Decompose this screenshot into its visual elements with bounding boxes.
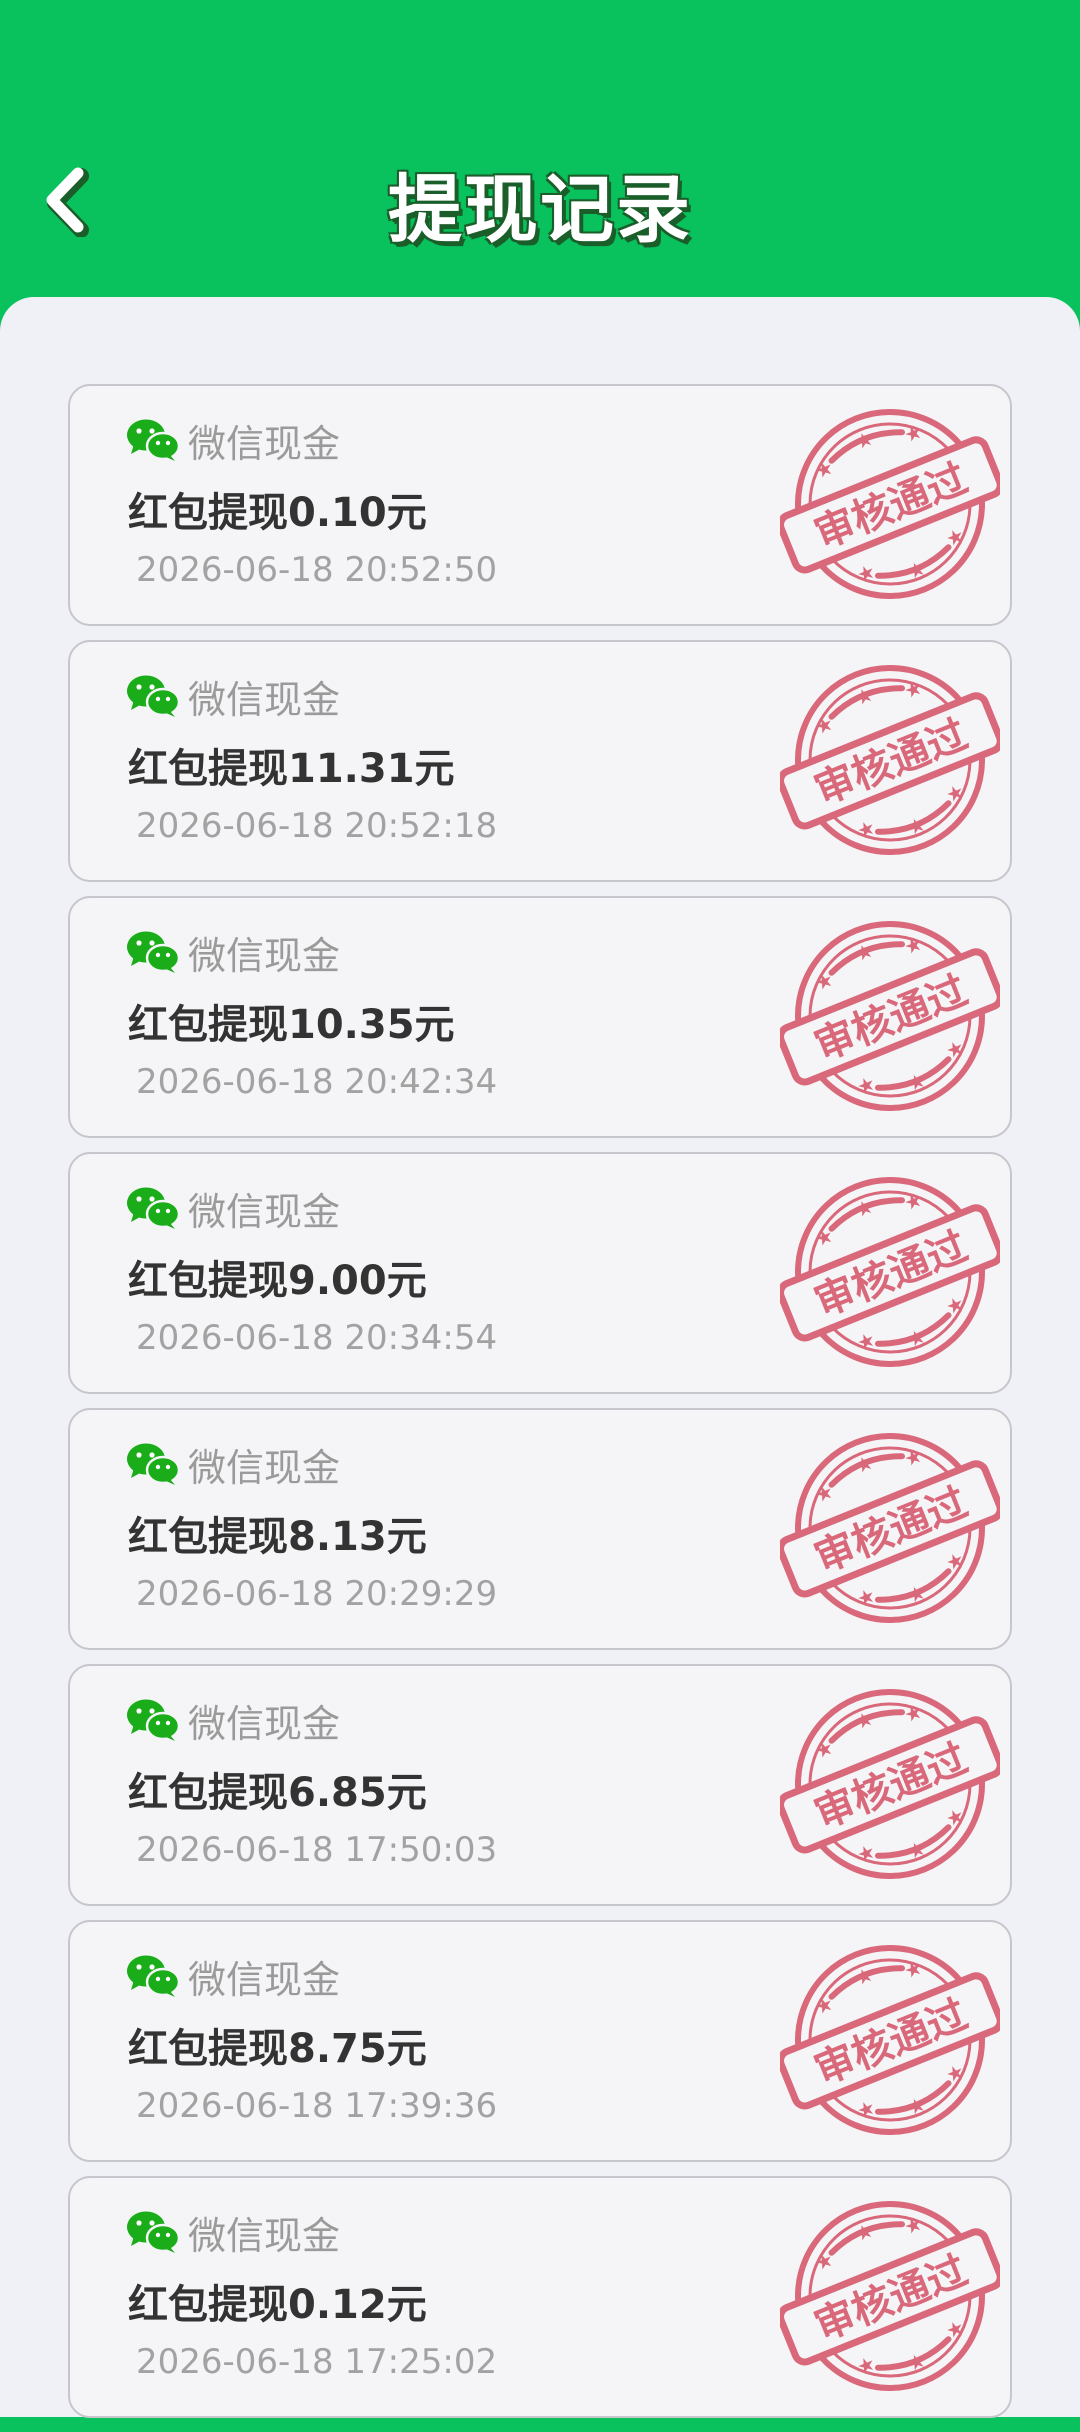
- record-amount-title: 红包提现8.13元: [128, 1514, 427, 1560]
- record-timestamp: 2026-06-18 20:52:50: [136, 550, 498, 590]
- wechat-icon: [127, 2211, 180, 2253]
- wechat-icon: [127, 675, 180, 717]
- source-row: 微信现金: [126, 670, 340, 722]
- record-amount-title: 红包提现8.75元: [128, 2026, 427, 2072]
- app-header: 提现记录: [0, 0, 1080, 300]
- record-timestamp: 2026-06-18 20:42:34: [136, 1062, 498, 1102]
- svg-text:★: ★: [904, 2347, 930, 2376]
- approved-stamp: ★ ★ ★ ★ ★ ★ 审核通过: [780, 1433, 1000, 1623]
- withdrawal-record-card-0[interactable]: 微信现金 红包提现0.10元 2026-06-18 20:52:50 ★ ★ ★…: [68, 384, 1012, 626]
- source-label: 微信现金: [188, 1189, 341, 1234]
- source-label: 微信现金: [188, 933, 341, 978]
- svg-text:★: ★: [851, 938, 877, 967]
- record-timestamp: 2026-06-18 20:29:29: [136, 1574, 498, 1614]
- approved-stamp: ★ ★ ★ ★ ★ ★ 审核通过: [780, 921, 1000, 1111]
- svg-text:★: ★: [851, 1706, 877, 1735]
- withdrawal-record-card-1[interactable]: 微信现金 红包提现11.31元 2026-06-18 20:52:18 ★ ★ …: [68, 640, 1012, 882]
- svg-text:★: ★: [900, 2211, 926, 2240]
- svg-text:★: ★: [904, 1835, 930, 1864]
- withdrawal-record-list: 微信现金 红包提现0.10元 2026-06-18 20:52:50 ★ ★ ★…: [68, 384, 1012, 2432]
- record-amount-title: 红包提现10.35元: [128, 1002, 455, 1048]
- source-label: 微信现金: [188, 1701, 341, 1746]
- record-timestamp: 2026-06-18 17:25:02: [136, 2342, 498, 2382]
- svg-text:★: ★: [904, 2091, 930, 2120]
- svg-text:★: ★: [900, 419, 926, 448]
- source-label: 微信现金: [188, 2213, 341, 2258]
- svg-text:★: ★: [900, 1699, 926, 1728]
- source-row: 微信现金: [126, 414, 340, 466]
- svg-text:★: ★: [904, 555, 930, 584]
- wechat-icon: [127, 1443, 180, 1485]
- approved-stamp: ★ ★ ★ ★ ★ ★ 审核通过: [780, 409, 1000, 599]
- svg-text:★: ★: [904, 1067, 930, 1096]
- source-row: 微信现金: [126, 2206, 340, 2258]
- wechat-icon: [127, 1187, 180, 1229]
- source-label: 微信现金: [188, 421, 341, 466]
- svg-text:★: ★: [904, 1323, 930, 1352]
- source-row: 微信现金: [126, 926, 340, 978]
- record-amount-title: 红包提现6.85元: [128, 1770, 427, 1816]
- svg-text:★: ★: [900, 1187, 926, 1216]
- wechat-icon: [127, 1699, 180, 1741]
- record-timestamp: 2026-06-18 17:50:03: [136, 1830, 498, 1870]
- svg-text:★: ★: [851, 2218, 877, 2247]
- wechat-icon: [127, 1955, 180, 1997]
- svg-text:★: ★: [851, 426, 877, 455]
- record-timestamp: 2026-06-18 20:52:18: [136, 806, 498, 846]
- record-amount-title: 红包提现9.00元: [128, 1258, 427, 1304]
- withdrawal-record-card-3[interactable]: 微信现金 红包提现9.00元 2026-06-18 20:34:54 ★ ★ ★…: [68, 1152, 1012, 1394]
- svg-text:★: ★: [900, 1443, 926, 1472]
- source-label: 微信现金: [188, 677, 341, 722]
- svg-text:★: ★: [851, 682, 877, 711]
- content-panel: 微信现金 红包提现0.10元 2026-06-18 20:52:50 ★ ★ ★…: [0, 297, 1080, 2418]
- record-timestamp: 2026-06-18 17:39:36: [136, 2086, 498, 2126]
- approved-stamp: ★ ★ ★ ★ ★ ★ 审核通过: [780, 665, 1000, 855]
- svg-text:★: ★: [900, 1955, 926, 1984]
- approved-stamp: ★ ★ ★ ★ ★ ★ 审核通过: [780, 1177, 1000, 1367]
- svg-text:★: ★: [900, 675, 926, 704]
- source-row: 微信现金: [126, 1438, 340, 1490]
- withdrawal-record-card-5[interactable]: 微信现金 红包提现6.85元 2026-06-18 17:50:03 ★ ★ ★…: [68, 1664, 1012, 1906]
- wechat-icon: [127, 931, 180, 973]
- svg-text:★: ★: [900, 931, 926, 960]
- source-label: 微信现金: [188, 1957, 341, 2002]
- source-row: 微信现金: [126, 1182, 340, 1234]
- record-amount-title: 红包提现11.31元: [128, 746, 455, 792]
- approved-stamp: ★ ★ ★ ★ ★ ★ 审核通过: [780, 1945, 1000, 2135]
- withdrawal-record-card-2[interactable]: 微信现金 红包提现10.35元 2026-06-18 20:42:34 ★ ★ …: [68, 896, 1012, 1138]
- withdrawal-record-card-6[interactable]: 微信现金 红包提现8.75元 2026-06-18 17:39:36 ★ ★ ★…: [68, 1920, 1012, 2162]
- source-label: 微信现金: [188, 1445, 341, 1490]
- record-amount-title: 红包提现0.10元: [128, 490, 427, 536]
- svg-text:★: ★: [851, 1450, 877, 1479]
- source-row: 微信现金: [126, 1950, 340, 2002]
- svg-text:★: ★: [904, 811, 930, 840]
- wechat-icon: [127, 419, 180, 461]
- record-timestamp: 2026-06-18 20:34:54: [136, 1318, 498, 1358]
- withdrawal-record-card-7[interactable]: 微信现金 红包提现0.12元 2026-06-18 17:25:02 ★ ★ ★…: [68, 2176, 1012, 2418]
- source-row: 微信现金: [126, 1694, 340, 1746]
- page-title: 提现记录: [388, 167, 692, 253]
- withdrawal-record-card-4[interactable]: 微信现金 红包提现8.13元 2026-06-18 20:29:29 ★ ★ ★…: [68, 1408, 1012, 1650]
- approved-stamp: ★ ★ ★ ★ ★ ★ 审核通过: [780, 1689, 1000, 1879]
- svg-text:★: ★: [904, 1579, 930, 1608]
- approved-stamp: ★ ★ ★ ★ ★ ★ 审核通过: [780, 2201, 1000, 2391]
- svg-text:★: ★: [851, 1962, 877, 1991]
- svg-text:★: ★: [851, 1194, 877, 1223]
- record-amount-title: 红包提现0.12元: [128, 2282, 427, 2328]
